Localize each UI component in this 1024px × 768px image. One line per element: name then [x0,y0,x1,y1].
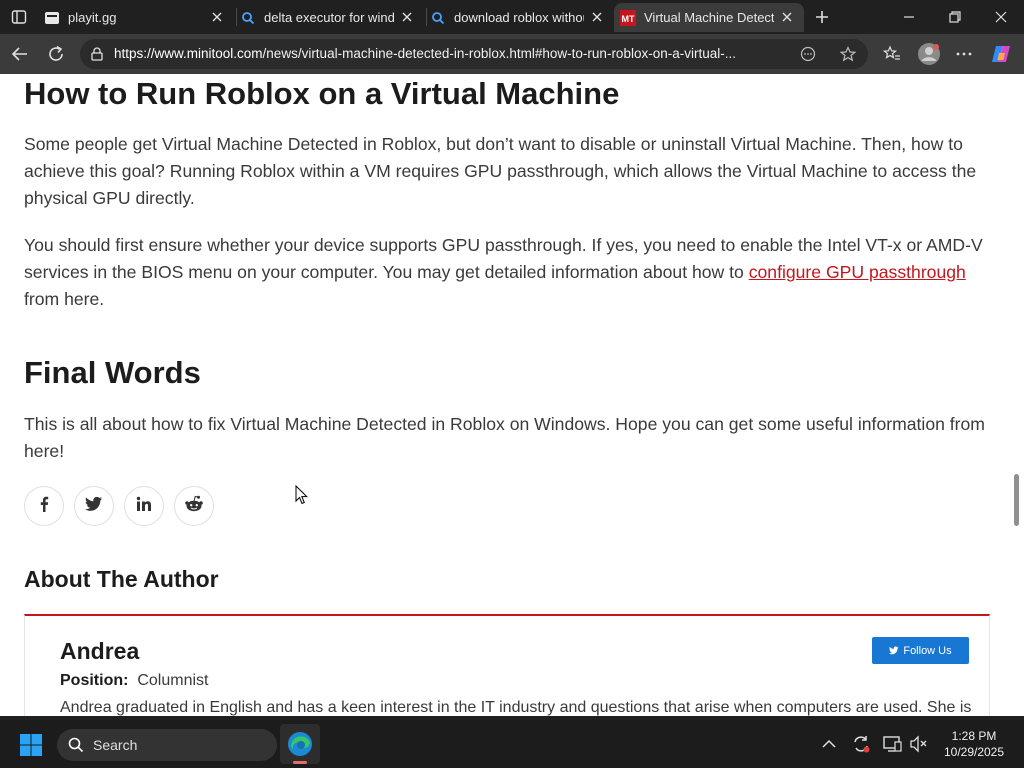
taskbar-search-box[interactable]: Search [57,729,277,761]
scrollbar-thumb[interactable] [1014,474,1019,526]
favorite-star-icon[interactable] [837,44,859,64]
windows-start-icon[interactable] [18,732,44,758]
browser-toolbar: https://www.minitool.com/news/virtual-ma… [0,34,1024,74]
edge-taskbar-icon[interactable] [280,724,320,764]
new-tab-icon[interactable] [810,6,834,28]
minimize-icon[interactable] [896,6,922,28]
tab-title: download roblox withou [454,10,584,25]
facebook-share-button[interactable] [24,486,64,526]
tab-separator [426,8,427,26]
search-favicon-icon [240,10,256,26]
more-options-icon[interactable] [952,43,976,65]
author-bio: Andrea graduated in English and has a ke… [60,699,972,716]
configure-gpu-passthrough-link[interactable]: configure GPU passthrough [749,262,966,282]
copilot-icon[interactable] [988,42,1014,66]
restore-icon[interactable] [942,6,968,28]
tab-playit[interactable]: playit.gg [44,3,234,32]
refresh-icon[interactable] [42,42,70,66]
author-card: Andrea Position: Columnist Follow Us And… [24,614,990,716]
twitter-share-button[interactable] [74,486,114,526]
section-heading-run-roblox-vm: How to Run Roblox on a Virtual Machine [24,76,620,111]
reading-view-icon[interactable] [797,44,819,64]
favorites-icon[interactable] [880,43,904,65]
reddit-share-button[interactable] [174,486,214,526]
author-name: Andrea [60,638,140,664]
position-value: Columnist [137,672,209,689]
about-author-heading: About The Author [24,566,219,592]
url-text[interactable]: https://www.minitool.com/news/virtual-ma… [114,46,794,61]
url-host: https://www.minitool.com [114,46,263,61]
tab-separator [236,8,237,26]
tab-delta-executor[interactable]: delta executor for windo [240,3,424,32]
section-heading-final-words: Final Words [24,355,201,390]
paragraph-gpu-passthrough: Some people get Virtual Machine Detected… [24,134,977,208]
follow-us-button[interactable]: Follow Us [872,637,969,664]
tab-title: Virtual Machine Detecte [644,10,774,25]
back-icon[interactable] [6,42,34,66]
linkedin-share-button[interactable] [124,486,164,526]
tab-title: playit.gg [68,10,117,25]
position-label: Position: [60,672,129,689]
url-path: /news/virtual-machine-detected-in-roblox… [262,46,736,61]
display-icon[interactable] [882,733,904,755]
twitter-icon [85,496,103,517]
author-position: Position: Columnist [60,672,208,690]
clock-time: 1:28 PM [951,729,997,743]
sync-icon[interactable] [850,733,872,755]
tab-download-roblox[interactable]: download roblox withou [430,3,614,32]
linkedin-icon [136,496,152,517]
facebook-icon [36,496,52,517]
close-icon[interactable] [590,10,604,24]
playit-favicon-icon [44,10,60,26]
window-close-icon[interactable] [988,6,1014,28]
search-label: Search [93,737,138,753]
search-favicon-icon [430,10,446,26]
close-icon[interactable] [780,10,794,24]
lock-icon[interactable] [88,46,106,62]
active-app-indicator [293,761,307,764]
minitool-favicon-icon: MT [620,9,636,26]
paragraph-final-words: This is all about how to fix Virtual Mac… [24,414,985,461]
mouse-cursor-icon [294,484,310,506]
chevron-up-icon[interactable] [818,734,840,754]
close-icon[interactable] [400,10,414,24]
address-bar[interactable]: https://www.minitool.com/news/virtual-ma… [80,39,868,69]
paragraph-text: from here. [24,289,105,309]
tab-virtual-machine-detected[interactable]: MT Virtual Machine Detecte [614,3,804,32]
close-icon[interactable] [210,10,224,24]
twitter-icon [889,646,899,655]
tab-actions-icon[interactable] [8,7,30,27]
web-page: How to Run Roblox on a Virtual Machine S… [0,74,1010,716]
tab-title: delta executor for windo [264,10,394,25]
profile-avatar-icon[interactable] [916,41,942,67]
page-scrollbar[interactable] [1010,74,1024,716]
taskbar-clock[interactable]: 1:28 PM 10/29/2025 [934,728,1014,760]
paragraph-enable-vtx: You should first ensure whether your dev… [24,232,990,313]
follow-us-label: Follow Us [903,644,952,657]
search-icon [68,737,84,753]
reddit-icon [184,495,204,518]
clock-date: 10/29/2025 [943,745,1005,759]
windows-taskbar: Search 1:28 PM 10/29/2025 [0,720,1024,768]
tab-bar: playit.gg delta executor for windo downl… [0,0,1024,34]
volume-muted-icon[interactable] [908,733,930,755]
svg-text:MT: MT [622,14,635,24]
